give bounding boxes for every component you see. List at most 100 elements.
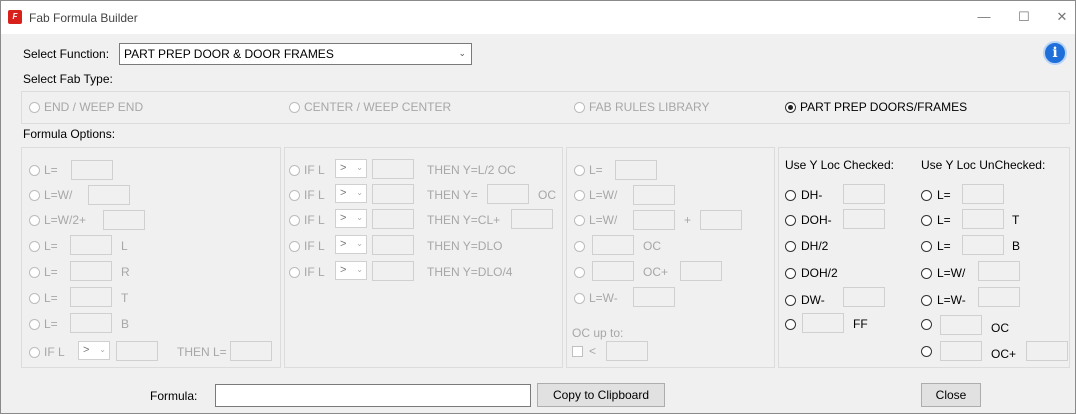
c4-checked-radio-1[interactable] (785, 190, 796, 201)
fab-type-label-part-prep: PART PREP DOORS/FRAMES (800, 100, 968, 114)
c2-radio-5[interactable] (289, 267, 300, 278)
c3-input-3b[interactable] (700, 210, 742, 230)
c1-input-7[interactable] (70, 313, 112, 333)
c1-input-5[interactable] (70, 261, 112, 281)
c4-unchecked-input-7a[interactable] (940, 341, 982, 361)
c2-input-2[interactable] (372, 184, 414, 204)
c2-radio-4[interactable] (289, 241, 300, 252)
c3-radio-4[interactable] (574, 241, 585, 252)
c2-radio-3[interactable] (289, 215, 300, 226)
c3-input-1[interactable] (615, 160, 657, 180)
c3-input-4[interactable] (592, 235, 634, 255)
c1-input-4[interactable] (70, 235, 112, 255)
fab-type-radio-center[interactable] (289, 102, 300, 113)
c3-radio-1[interactable] (574, 165, 585, 176)
c1-radio-ifl[interactable] (29, 347, 40, 358)
c2-input-3[interactable] (372, 209, 414, 229)
c1-input-2[interactable] (88, 185, 130, 205)
c4-checked-input-5[interactable] (843, 287, 885, 307)
c4-unchecked-input-7b[interactable] (1026, 341, 1068, 361)
c1-radio-4[interactable] (29, 241, 40, 252)
c2-then-5: THEN Y=DLO/4 (427, 265, 513, 279)
c2-operator-dropdown-4[interactable]: > ⌄ (335, 235, 367, 254)
c1-ifl-input[interactable] (116, 341, 158, 361)
fab-type-radio-part-prep[interactable] (785, 102, 796, 113)
c2-cl-input-3[interactable] (511, 209, 553, 229)
minimize-button[interactable]: — (969, 6, 999, 28)
c1-radio-7[interactable] (29, 319, 40, 330)
c4-unchecked-suffix-6: OC (991, 321, 1009, 335)
operator-value: > (340, 264, 347, 276)
close-button[interactable]: Close (921, 383, 981, 407)
c4-checked-label-2: DOH- (801, 213, 832, 227)
c4-unchecked-radio-4[interactable] (921, 268, 932, 279)
c4-unchecked-radio-1[interactable] (921, 190, 932, 201)
c4-checked-radio-5[interactable] (785, 295, 796, 306)
c2-input-5[interactable] (372, 261, 414, 281)
c4-unchecked-input-2[interactable] (962, 209, 1004, 229)
c1-input-3[interactable] (103, 210, 145, 230)
c3-radio-5[interactable] (574, 267, 585, 278)
c4-unchecked-radio-5[interactable] (921, 295, 932, 306)
c4-checked-radio-6[interactable] (785, 319, 796, 330)
c4-checked-radio-4[interactable] (785, 268, 796, 279)
formula-group-2 (284, 147, 563, 368)
c1-radio-2[interactable] (29, 190, 40, 201)
c2-operator-dropdown-3[interactable]: > ⌄ (335, 209, 367, 228)
c4-unchecked-radio-3[interactable] (921, 241, 932, 252)
c3-radio-2[interactable] (574, 190, 585, 201)
c1-radio-5[interactable] (29, 267, 40, 278)
c3-input-2[interactable] (633, 185, 675, 205)
c4-unchecked-radio-7[interactable] (921, 346, 932, 357)
formula-options-label: Formula Options: (23, 127, 116, 141)
c2-oc-input-2[interactable] (487, 184, 529, 204)
info-icon[interactable]: i (1043, 41, 1067, 65)
fab-type-radio-library[interactable] (574, 102, 585, 113)
select-function-dropdown[interactable]: PART PREP DOOR & DOOR FRAMES ⌄ (119, 43, 472, 65)
formula-input[interactable] (215, 384, 531, 407)
c4-checked-radio-3[interactable] (785, 241, 796, 252)
c4-checked-radio-2[interactable] (785, 215, 796, 226)
maximize-button[interactable]: ☐ (1009, 6, 1039, 28)
c4-unchecked-suffix-2: T (1012, 213, 1020, 227)
c4-checked-input-6[interactable] (802, 313, 844, 333)
c4-checked-input-1[interactable] (843, 184, 885, 204)
c3-input-3a[interactable] (633, 210, 675, 230)
c4-unchecked-radio-6[interactable] (921, 319, 932, 330)
c3-input-6[interactable] (633, 287, 675, 307)
copy-to-clipboard-button[interactable]: Copy to Clipboard (537, 383, 665, 407)
chevron-down-icon: ⌄ (356, 213, 363, 222)
c1-radio-1[interactable] (29, 165, 40, 176)
c3-input-5a[interactable] (592, 261, 634, 281)
c4-unchecked-radio-2[interactable] (921, 215, 932, 226)
c3-oc-up-to-input[interactable] (606, 341, 648, 361)
c4-checked-input-2[interactable] (843, 209, 885, 229)
close-window-button[interactable]: ✕ (1047, 6, 1076, 28)
c3-input-5b[interactable] (680, 261, 722, 281)
fab-type-radio-end[interactable] (29, 102, 40, 113)
c4-unchecked-input-3[interactable] (962, 235, 1004, 255)
c1-radio-6[interactable] (29, 293, 40, 304)
c2-radio-2[interactable] (289, 190, 300, 201)
c3-radio-6[interactable] (574, 293, 585, 304)
c1-input-6[interactable] (70, 287, 112, 307)
c3-oc-up-to-checkbox[interactable] (572, 346, 583, 357)
chevron-down-icon: ⌄ (356, 265, 363, 274)
c4-unchecked-input-4[interactable] (978, 261, 1020, 281)
c4-unchecked-input-6[interactable] (940, 315, 982, 335)
c1-label-2: L=W/ (44, 188, 73, 202)
c4-unchecked-input-5[interactable] (978, 287, 1020, 307)
c2-radio-1[interactable] (289, 165, 300, 176)
c2-operator-dropdown-1[interactable]: > ⌄ (335, 159, 367, 178)
c3-radio-3[interactable] (574, 215, 585, 226)
c1-ifl-operator-dropdown[interactable]: > ⌄ (78, 341, 110, 360)
c2-operator-dropdown-2[interactable]: > ⌄ (335, 184, 367, 203)
c4-unchecked-input-1[interactable] (962, 184, 1004, 204)
c1-ifl-then-input[interactable] (230, 341, 272, 361)
c2-input-4[interactable] (372, 235, 414, 255)
c1-radio-3[interactable] (29, 215, 40, 226)
c2-operator-dropdown-5[interactable]: > ⌄ (335, 261, 367, 280)
c2-input-1[interactable] (372, 159, 414, 179)
chevron-down-icon: ⌄ (356, 239, 363, 248)
c1-input-1[interactable] (71, 160, 113, 180)
